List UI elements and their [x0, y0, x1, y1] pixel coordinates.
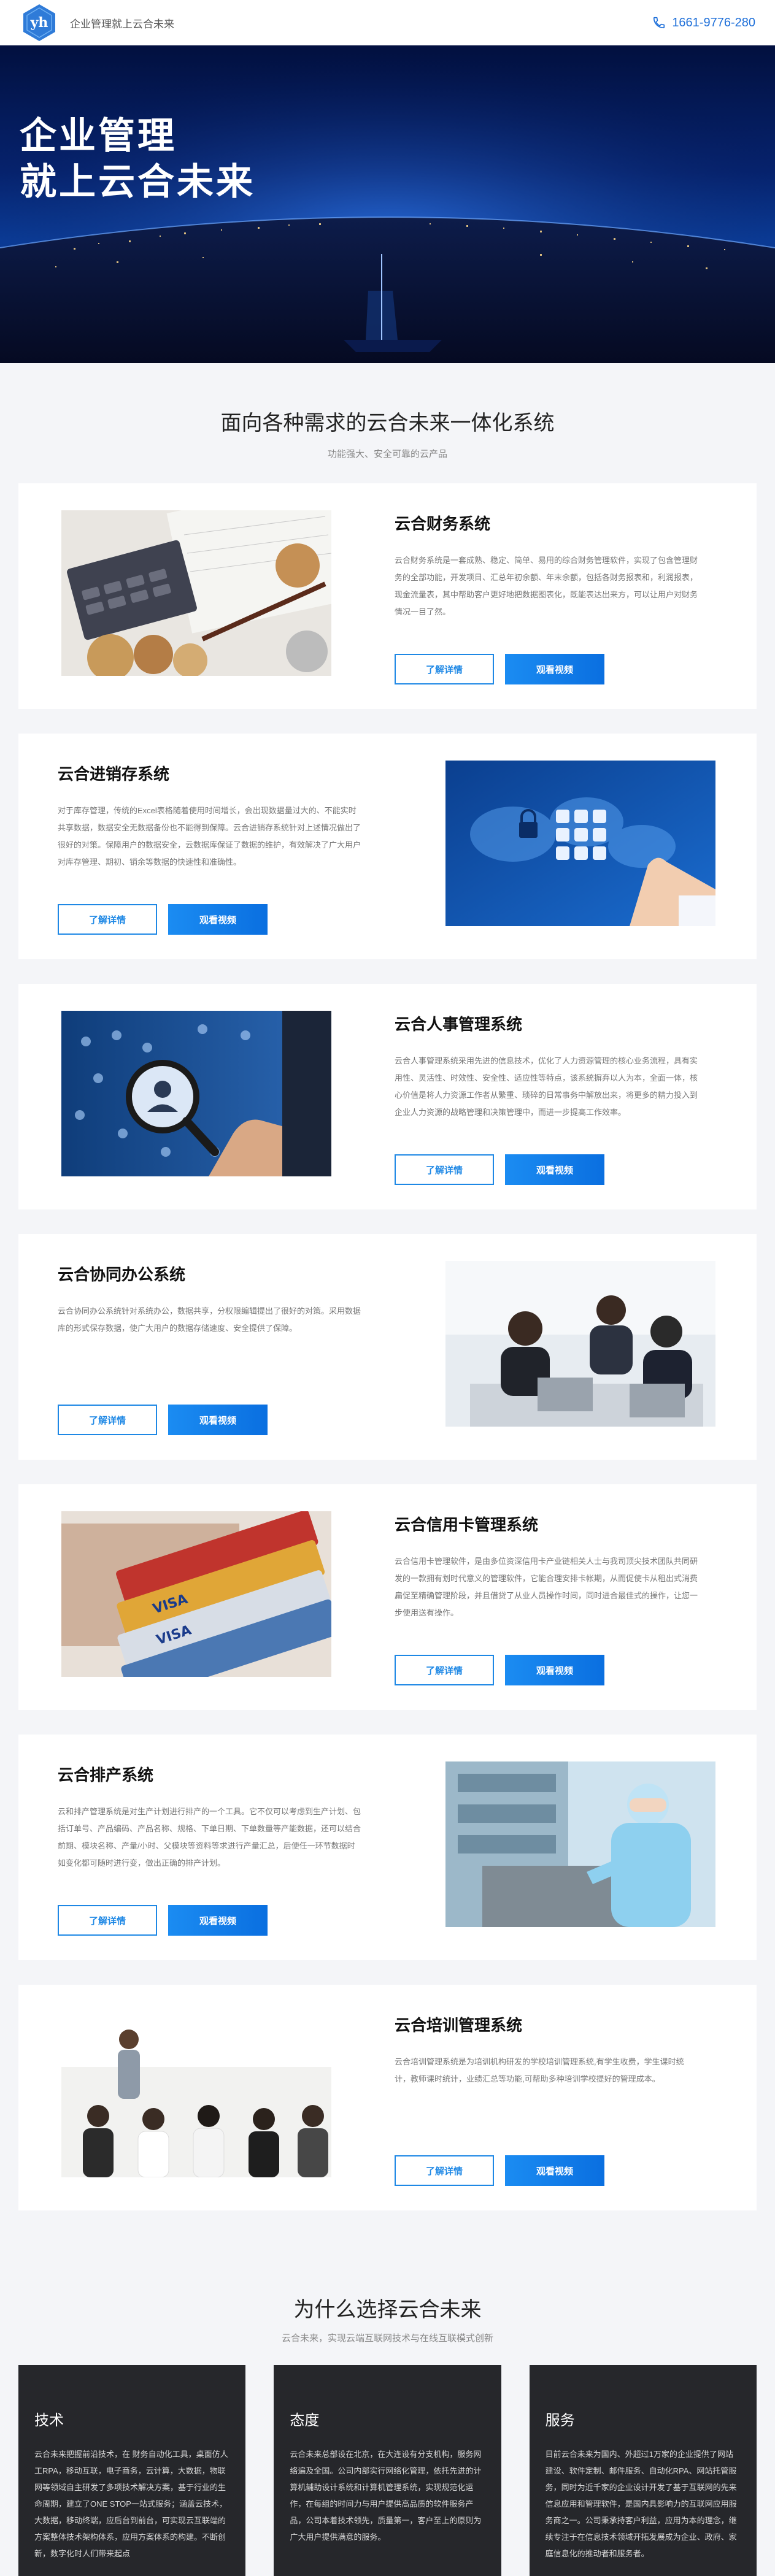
hero-title-line2: 就上云合未来	[20, 161, 255, 202]
why-card-description: 目前云合未来为国内、外超过1万家的企业提供了网站建设、软件定制、邮件服务、自动化…	[545, 2450, 737, 2558]
watch-video-button[interactable]: 观看视频	[168, 1405, 268, 1435]
product-buttons: 了解详情 观看视频	[395, 1655, 604, 1685]
product-buttons: 了解详情 观看视频	[58, 1905, 268, 1936]
product-description: 对于库存管理，传统的Excel表格随着使用时间增长，会出现数据量过大的、不能实时…	[58, 806, 361, 867]
product-buttons: 了解详情 观看视频	[395, 1154, 604, 1185]
logo-text: yh	[30, 15, 48, 31]
product-card-credit: VISA VISA 云合信用卡管理系统 云合信用卡管理软件，是由多位资深信用卡产…	[18, 1484, 757, 1710]
product-card-inventory: 云合进销存系统 对于库存管理，传统的Excel表格随着使用时间增长，会出现数据量…	[18, 734, 757, 959]
product-card-finance: 云合财务系统 云合财务系统是一套成熟、稳定、简单、易用的综合财务管理软件，实现了…	[18, 483, 757, 709]
why-section-title: 为什么选择云合未来	[293, 2298, 482, 2321]
watch-video-button[interactable]: 观看视频	[505, 1154, 604, 1185]
product-description: 云合人事管理系统采用先进的信息技术，优化了人力资源管理的核心业务流程，具有实用性…	[395, 1056, 698, 1117]
watch-video-button[interactable]: 观看视频	[168, 1905, 268, 1936]
hr-image	[61, 1011, 331, 1176]
learn-more-button[interactable]: 了解详情	[58, 1405, 157, 1435]
hero-title-line1: 企业管理	[20, 115, 177, 156]
product-description: 云合协同办公系统针对系统办公，数据共享，分权限编辑提出了很好的对策。采用数据库的…	[58, 1306, 361, 1333]
product-list: 云合财务系统 云合财务系统是一套成熟、稳定、简单、易用的综合财务管理软件，实现了…	[0, 460, 775, 2210]
product-card-hr: 云合人事管理系统 云合人事管理系统采用先进的信息技术，优化了人力资源管理的核心业…	[18, 984, 757, 1209]
product-description: 云合信用卡管理软件，是由多位资深信用卡产业链相关人士与我司顶尖技术团队共同研发的…	[395, 1557, 698, 1617]
product-description: 云合培训管理系统是为培训机构研发的学校培训管理系统,有学生收费，学生课时统计，教…	[395, 2057, 684, 2083]
learn-more-button[interactable]: 了解详情	[395, 2155, 494, 2186]
learn-more-button[interactable]: 了解详情	[395, 1655, 494, 1685]
training-image	[61, 2012, 331, 2177]
product-title: 云合培训管理系统	[395, 2016, 523, 2034]
watch-video-button[interactable]: 观看视频	[168, 904, 268, 935]
product-title: 云合人事管理系统	[395, 1015, 523, 1033]
systems-section-title: 面向各种需求的云合未来一体化系统	[220, 412, 555, 435]
why-card-title: 服务	[545, 2412, 575, 2429]
phone-link[interactable]: 1661-9776-280	[652, 16, 755, 30]
watch-video-button[interactable]: 观看视频	[505, 654, 604, 684]
learn-more-button[interactable]: 了解详情	[395, 1154, 494, 1185]
phone-number: 1661-9776-280	[672, 15, 755, 29]
learn-more-button[interactable]: 了解详情	[395, 654, 494, 684]
why-card-title: 技术	[34, 2412, 64, 2429]
product-buttons: 了解详情 观看视频	[395, 2155, 604, 2186]
systems-section-header: 面向各种需求的云合未来一体化系统 功能强大、安全可靠的云产品	[0, 363, 775, 460]
product-title: 云合信用卡管理系统	[395, 1516, 539, 1534]
scheduling-image	[445, 1761, 715, 1927]
why-section-subtitle: 云合未来，实现云端互联网技术与在线互联模式创新	[281, 2333, 493, 2344]
why-card-service: 服务 目前云合未来为国内、外超过1万家的企业提供了网站建设、软件定制、邮件服务、…	[529, 2365, 757, 2576]
product-buttons: 了解详情 观看视频	[395, 654, 604, 684]
product-card-training: 云合培训管理系统 云合培训管理系统是为培训机构研发的学校培训管理系统,有学生收费…	[18, 1985, 757, 2210]
why-section-header: 为什么选择云合未来 云合未来，实现云端互联网技术与在线互联模式创新	[0, 2256, 775, 2344]
logo[interactable]: yh	[20, 3, 59, 42]
product-title: 云合协同办公系统	[58, 1265, 186, 1284]
hero-title: 企业管理 就上云合未来	[20, 113, 255, 205]
why-card-description: 云合未来总部设在北京，在大连设有分支机构，服务网络遍及全国。公司内部实行网络化管…	[290, 2450, 482, 2542]
product-card-scheduling: 云合排产系统 云和排产管理系统是对生产计划进行排产的一个工具。它不仅可以考虑到生…	[18, 1735, 757, 1960]
product-title: 云合进销存系统	[58, 765, 170, 783]
hero-banner: 企业管理 就上云合未来	[0, 45, 775, 363]
watch-video-button[interactable]: 观看视频	[505, 2155, 604, 2186]
product-description: 云和排产管理系统是对生产计划进行排产的一个工具。它不仅可以考虑到生产计划、包括订…	[58, 1807, 361, 1868]
why-card-description: 云合未来把握前沿技术，在 财务自动化工具，桌面仿人工RPA，移动互联，电子商务，…	[34, 2450, 228, 2558]
why-section: 为什么选择云合未来 云合未来，实现云端互联网技术与在线互联模式创新 技术 云合未…	[0, 2235, 775, 2576]
learn-more-button[interactable]: 了解详情	[58, 1905, 157, 1936]
top-header: yh 企业管理就上云合未来 1661-9776-280	[0, 0, 775, 45]
why-card-list: 技术 云合未来把握前沿技术，在 财务自动化工具，桌面仿人工RPA，移动互联，电子…	[0, 2365, 775, 2576]
watch-video-button[interactable]: 观看视频	[505, 1655, 604, 1685]
office-image	[445, 1261, 715, 1427]
product-description: 云合财务系统是一套成熟、稳定、简单、易用的综合财务管理软件，实现了包含管理财务的…	[395, 556, 698, 616]
why-card-attitude: 态度 云合未来总部设在北京，在大连设有分支机构，服务网络遍及全国。公司内部实行网…	[274, 2365, 501, 2576]
product-buttons: 了解详情 观看视频	[58, 1405, 268, 1435]
product-card-office: 云合协同办公系统 云合协同办公系统针对系统办公，数据共享，分权限编辑提出了很好的…	[18, 1234, 757, 1460]
brand[interactable]: yh 企业管理就上云合未来	[20, 3, 174, 42]
why-card-technology: 技术 云合未来把握前沿技术，在 财务自动化工具，桌面仿人工RPA，移动互联，电子…	[18, 2365, 246, 2576]
learn-more-button[interactable]: 了解详情	[58, 904, 157, 935]
credit-card-image: VISA VISA	[61, 1511, 331, 1677]
product-buttons: 了解详情 观看视频	[58, 904, 268, 935]
product-title: 云合财务系统	[395, 515, 491, 533]
product-title: 云合排产系统	[58, 1766, 154, 1784]
finance-image	[61, 510, 331, 676]
inventory-image	[445, 761, 715, 926]
phone-icon	[654, 17, 665, 29]
why-card-title: 态度	[290, 2412, 320, 2429]
header-slogan: 企业管理就上云合未来	[70, 18, 174, 30]
systems-section-subtitle: 功能强大、安全可靠的云产品	[327, 449, 447, 459]
